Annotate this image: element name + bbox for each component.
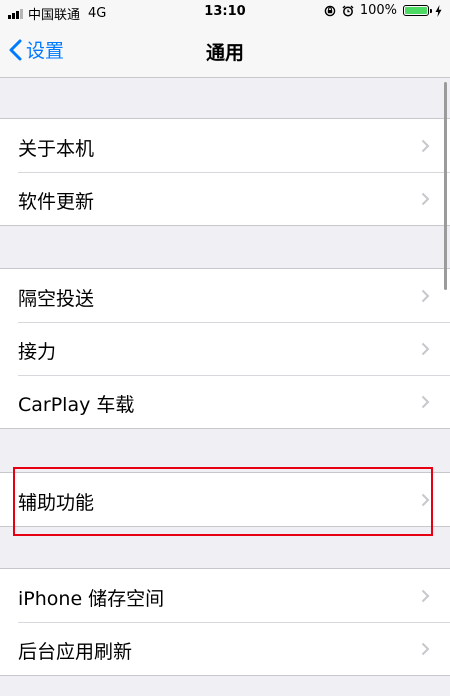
settings-group-about: 关于本机 软件更新 bbox=[0, 118, 450, 226]
chevron-right-icon bbox=[421, 642, 430, 656]
list-item-label: 软件更新 bbox=[18, 191, 95, 213]
alarm-icon bbox=[342, 5, 354, 16]
list-item-label: iPhone 储存空间 bbox=[18, 588, 165, 610]
list-item-label: 接力 bbox=[18, 341, 57, 363]
list-item-carplay[interactable]: CarPlay 车载 bbox=[0, 375, 450, 428]
list-item-software-update[interactable]: 软件更新 bbox=[0, 172, 450, 225]
rotation-lock-icon bbox=[324, 5, 336, 16]
chevron-right-icon bbox=[421, 589, 430, 603]
charging-icon bbox=[435, 4, 442, 17]
battery-percent: 100% bbox=[359, 3, 397, 18]
chevron-right-icon bbox=[421, 139, 430, 153]
battery-icon bbox=[403, 5, 432, 16]
list-item-handoff[interactable]: 接力 bbox=[0, 322, 450, 375]
chevron-right-icon bbox=[421, 395, 430, 409]
scrollbar[interactable] bbox=[444, 82, 447, 290]
list-item-background-refresh[interactable]: 后台应用刷新 bbox=[0, 622, 450, 675]
list-item-iphone-storage[interactable]: iPhone 储存空间 bbox=[0, 569, 450, 622]
navigation-bar: 设置 通用 bbox=[0, 24, 450, 78]
highlight-box bbox=[13, 467, 433, 536]
status-bar: 中国联通 4G 13:10 100% bbox=[0, 0, 450, 24]
settings-group-continuity: 隔空投送 接力 CarPlay 车载 bbox=[0, 268, 450, 429]
list-item-label: 隔空投送 bbox=[18, 288, 95, 310]
settings-group-storage: iPhone 储存空间 后台应用刷新 bbox=[0, 568, 450, 676]
chevron-right-icon bbox=[421, 289, 430, 303]
status-right: 100% bbox=[324, 3, 442, 18]
list-item-label: 后台应用刷新 bbox=[18, 641, 133, 663]
list-item-label: 关于本机 bbox=[18, 138, 95, 160]
chevron-right-icon bbox=[421, 342, 430, 356]
list-item-airdrop[interactable]: 隔空投送 bbox=[0, 269, 450, 322]
chevron-right-icon bbox=[421, 192, 430, 206]
list-item-label: CarPlay 车载 bbox=[18, 394, 135, 416]
page-title: 通用 bbox=[205, 42, 244, 64]
list-item-about[interactable]: 关于本机 bbox=[0, 119, 450, 172]
